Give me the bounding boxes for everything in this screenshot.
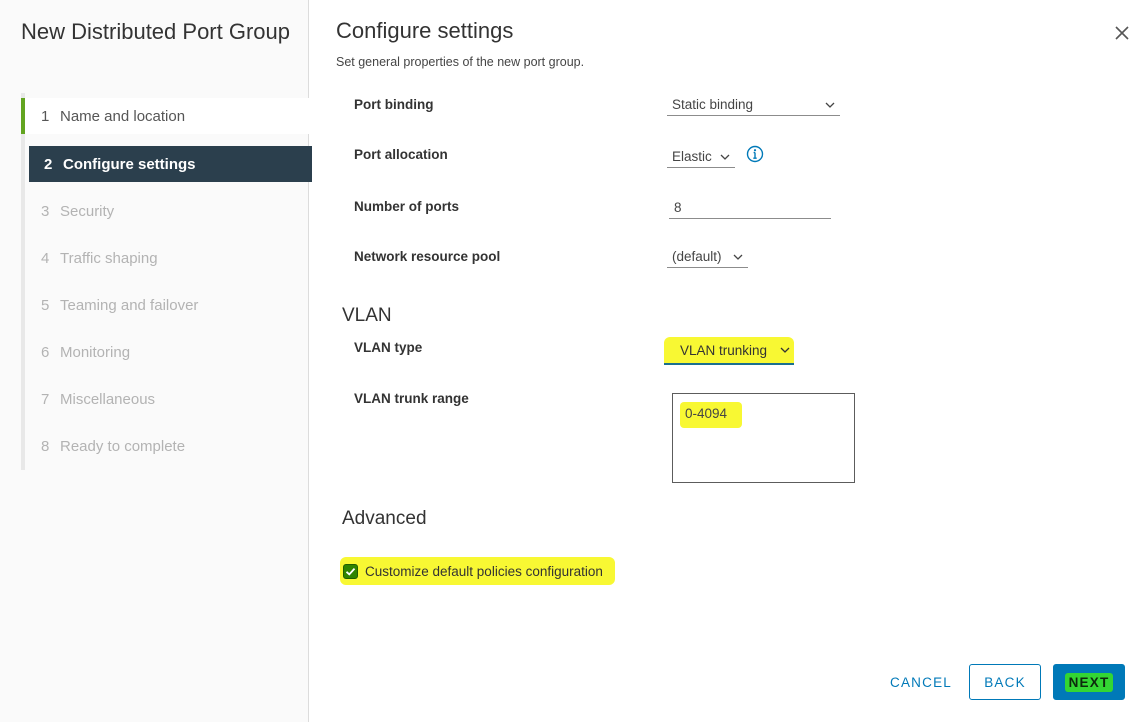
network-resource-pool-label: Network resource pool bbox=[354, 249, 501, 264]
wizard-sidebar: New Distributed Port Group 1 Name and lo… bbox=[0, 0, 312, 722]
step-label: Teaming and failover bbox=[60, 296, 199, 314]
step-miscellaneous: 7 Miscellaneous bbox=[25, 381, 309, 417]
step-number: 7 bbox=[41, 390, 50, 408]
vlan-type-label: VLAN type bbox=[354, 340, 423, 355]
next-button-label: NEXT bbox=[1064, 672, 1114, 692]
vlan-type-select[interactable]: VLAN trunking bbox=[664, 337, 794, 365]
number-of-ports-label: Number of ports bbox=[354, 199, 460, 214]
vlan-trunk-range-value: 0-4094 bbox=[680, 402, 742, 428]
step-label: Miscellaneous bbox=[60, 390, 156, 408]
port-binding-select[interactable]: Static binding bbox=[667, 94, 840, 116]
step-teaming-and-failover: 5 Teaming and failover bbox=[25, 287, 309, 323]
step-label: Monitoring bbox=[60, 343, 131, 361]
step-security: 3 Security bbox=[25, 193, 309, 229]
chevron-down-icon bbox=[825, 102, 835, 108]
step-label: Traffic shaping bbox=[60, 249, 158, 267]
page-title: Configure settings bbox=[336, 18, 514, 43]
close-button[interactable] bbox=[1112, 23, 1132, 43]
chevron-down-icon bbox=[780, 347, 790, 353]
cancel-button[interactable]: CANCEL bbox=[880, 664, 962, 700]
port-allocation-value: Elastic bbox=[672, 149, 712, 164]
step-number: 4 bbox=[41, 249, 50, 267]
step-number: 6 bbox=[41, 343, 50, 361]
step-number: 2 bbox=[44, 155, 53, 173]
check-icon bbox=[345, 567, 356, 576]
number-of-ports-input[interactable] bbox=[669, 197, 831, 219]
customize-policies-label: Customize default policies configuration bbox=[365, 563, 603, 579]
port-allocation-select[interactable]: Elastic bbox=[667, 146, 735, 168]
vlan-type-value: VLAN trunking bbox=[680, 342, 768, 358]
port-binding-label: Port binding bbox=[354, 97, 434, 112]
back-button[interactable]: BACK bbox=[969, 664, 1041, 700]
step-number: 8 bbox=[41, 437, 50, 455]
step-label: Security bbox=[60, 202, 115, 220]
chevron-down-icon bbox=[720, 154, 730, 160]
step-ready-to-complete: 8 Ready to complete bbox=[25, 428, 309, 464]
next-button[interactable]: NEXT bbox=[1053, 664, 1125, 700]
close-icon bbox=[1115, 26, 1129, 40]
network-resource-pool-value: (default) bbox=[672, 249, 722, 264]
page-subtitle: Set general properties of the new port g… bbox=[336, 55, 585, 69]
wizard-steps: 1 Name and location 2 Configure settings… bbox=[21, 93, 312, 470]
step-number: 5 bbox=[41, 296, 50, 314]
port-allocation-label: Port allocation bbox=[354, 147, 448, 162]
step-number: 1 bbox=[41, 107, 50, 125]
customize-policies-checkbox[interactable] bbox=[343, 563, 358, 579]
step-traffic-shaping: 4 Traffic shaping bbox=[25, 240, 309, 276]
wizard-title: New Distributed Port Group bbox=[21, 19, 290, 44]
port-binding-value: Static binding bbox=[672, 97, 754, 112]
chevron-down-icon bbox=[733, 254, 743, 260]
step-label: Configure settings bbox=[63, 155, 196, 173]
vlan-trunk-range-label: VLAN trunk range bbox=[354, 391, 469, 406]
step-name-and-location[interactable]: 1 Name and location bbox=[21, 98, 309, 134]
info-icon[interactable] bbox=[746, 145, 764, 163]
advanced-section-title: Advanced bbox=[342, 508, 427, 529]
step-configure-settings[interactable]: 2 Configure settings bbox=[29, 146, 312, 182]
step-label: Name and location bbox=[60, 107, 186, 125]
vlan-section-title: VLAN bbox=[342, 305, 392, 326]
step-number: 3 bbox=[41, 202, 50, 220]
step-label: Ready to complete bbox=[60, 437, 186, 455]
customize-policies-checkbox-row[interactable]: Customize default policies configuration bbox=[340, 557, 615, 585]
step-monitoring: 6 Monitoring bbox=[25, 334, 309, 370]
network-resource-pool-select[interactable]: (default) bbox=[667, 246, 748, 268]
